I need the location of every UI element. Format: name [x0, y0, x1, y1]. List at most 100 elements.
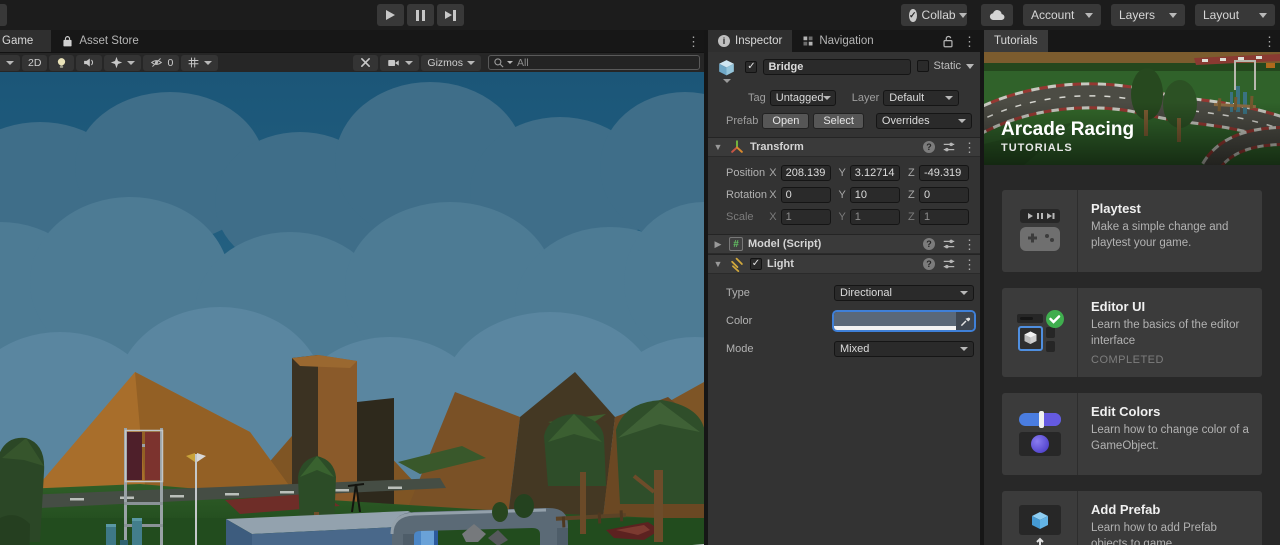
editor-ui-icon	[1002, 288, 1078, 378]
foldout-closed-icon[interactable]: ▶	[712, 239, 724, 250]
tutorial-card-edit-colors[interactable]: Edit Colors Learn how to change color of…	[1002, 393, 1262, 476]
tab-game[interactable]: Game	[0, 30, 52, 52]
light-type-dropdown[interactable]: Directional	[834, 285, 974, 301]
gizmos-dropdown[interactable]: Gizmos	[421, 54, 481, 71]
account-dropdown[interactable]: Account	[1023, 4, 1101, 26]
card-description: Learn how to change color of a GameObjec…	[1091, 424, 1249, 452]
tutorial-card-add-prefab[interactable]: Add Prefab Learn how to add Prefab objec…	[1002, 491, 1262, 545]
account-label: Account	[1031, 8, 1075, 22]
game-viewport[interactable]	[0, 72, 704, 545]
presets-icon[interactable]	[942, 140, 956, 154]
tools-button[interactable]	[353, 54, 379, 71]
transform-tools-fragment[interactable]	[0, 4, 7, 26]
game-view-toolbar: 2D 0 Gizmos All	[0, 52, 704, 72]
navigation-icon	[803, 36, 813, 46]
static-dropdown[interactable]: ✓ Static	[917, 60, 974, 72]
foldout-open-icon[interactable]: ▼	[712, 142, 724, 152]
tutorials-menu-kebab[interactable]: ⋮	[1263, 35, 1276, 48]
cloud-button[interactable]	[981, 4, 1013, 26]
hidden-gizmos-toggle[interactable]: 0	[143, 54, 180, 71]
position-y-field[interactable]	[849, 165, 900, 181]
gizmo-search	[488, 55, 700, 70]
lighting-toggle[interactable]	[49, 54, 75, 71]
tutorial-card-editor-ui[interactable]: Editor UI Learn the basics of the editor…	[1002, 288, 1262, 378]
tutorial-card-playtest[interactable]: Playtest Make a simple change and playte…	[1002, 190, 1262, 272]
position-label: Position	[726, 167, 766, 179]
component-menu-kebab[interactable]: ⋮	[963, 141, 976, 154]
foldout-open-icon[interactable]: ▼	[712, 259, 724, 269]
active-checkbox[interactable]: ✓	[745, 61, 758, 73]
rotation-y-field[interactable]	[849, 187, 900, 203]
rotation-z-field[interactable]	[918, 187, 969, 203]
component-menu-kebab[interactable]: ⋮	[963, 258, 976, 271]
transform-fields: Position X Y Z Rotation X Y Z	[708, 157, 980, 234]
help-icon[interactable]: ?	[923, 258, 935, 270]
static-checkbox[interactable]: ✓	[917, 60, 930, 72]
grid-dropdown[interactable]	[181, 54, 219, 71]
scale-z-field[interactable]	[918, 209, 969, 225]
card-description: Make a simple change and playtest your g…	[1091, 221, 1229, 249]
light-header[interactable]: ▼ ✓ Light ? ⋮	[708, 254, 980, 274]
hero-subtitle: TUTORIALS	[1001, 142, 1073, 154]
inspector-body: ✓ ✓ Static Tag Untagged Layer Defau	[708, 52, 980, 370]
eyedropper-icon	[960, 317, 970, 326]
presets-icon[interactable]	[942, 237, 956, 251]
pause-button[interactable]	[407, 4, 434, 26]
toolbar-right: ✓ Collab Account Layers Layout	[901, 4, 1275, 26]
layer-dropdown[interactable]: Default	[883, 90, 960, 106]
add-prefab-icon	[1002, 491, 1078, 545]
transform-header[interactable]: ▼ Transform ? ⋮	[708, 137, 980, 157]
scale-x-field[interactable]	[780, 209, 831, 225]
axis-y-label: Y	[838, 211, 846, 223]
position-z-field[interactable]	[918, 165, 969, 181]
layout-label: Layout	[1203, 8, 1240, 22]
playtest-icon	[1002, 190, 1078, 272]
audio-toggle[interactable]	[76, 54, 103, 71]
light-color-field[interactable]	[834, 312, 974, 330]
light-enabled-checkbox[interactable]: ✓	[750, 258, 762, 270]
speaker-icon	[84, 58, 94, 67]
tag-label: Tag	[748, 92, 766, 104]
card-description: Learn the basics of the editor interface	[1091, 319, 1240, 347]
tag-dropdown[interactable]: Untagged	[769, 90, 836, 106]
tab-tutorials[interactable]: Tutorials	[984, 30, 1048, 52]
display-dropdown-fragment[interactable]	[0, 54, 20, 71]
light-title: Light	[767, 258, 794, 270]
effects-dropdown[interactable]	[104, 54, 142, 71]
2d-toggle[interactable]: 2D	[22, 54, 48, 71]
position-x-field[interactable]	[780, 165, 831, 181]
prefab-select-button[interactable]: Select	[813, 113, 864, 129]
tab-inspector[interactable]: i Inspector	[708, 30, 793, 52]
component-menu-kebab[interactable]: ⋮	[963, 238, 976, 251]
help-icon[interactable]: ?	[923, 141, 935, 153]
lock-open-icon[interactable]	[941, 34, 955, 49]
tab-asset-store[interactable]: Asset Store	[51, 30, 148, 52]
axis-x-label: X	[769, 189, 777, 201]
object-name-field[interactable]	[763, 59, 912, 75]
search-input[interactable]	[517, 56, 695, 69]
prefab-open-button[interactable]: Open	[762, 113, 810, 129]
rotation-x-field[interactable]	[780, 187, 831, 203]
gameobject-icon-dropdown[interactable]	[714, 58, 739, 83]
eyedropper-button[interactable]	[956, 312, 974, 330]
play-button[interactable]	[377, 4, 404, 26]
help-icon[interactable]: ?	[923, 238, 935, 250]
step-button[interactable]	[437, 4, 464, 26]
layout-dropdown[interactable]: Layout	[1195, 4, 1275, 26]
camera-dropdown[interactable]	[380, 54, 420, 71]
game-menu-kebab[interactable]: ⋮	[687, 35, 700, 48]
light-mode-dropdown[interactable]: Mixed	[834, 341, 974, 357]
collab-button[interactable]: ✓ Collab	[901, 4, 967, 26]
unity-editor-window: ✓ Collab Account Layers Layout Game Asse…	[0, 0, 1280, 545]
inspector-menu-kebab[interactable]: ⋮	[963, 35, 976, 48]
prefab-overrides-dropdown[interactable]: Overrides	[875, 113, 972, 129]
model-script-header[interactable]: ▶ # Model (Script) ? ⋮	[708, 234, 980, 254]
scale-y-field[interactable]	[849, 209, 900, 225]
tab-navigation[interactable]: Navigation	[792, 30, 883, 52]
axis-z-label: Z	[908, 167, 915, 179]
shopping-bag-icon	[63, 35, 72, 46]
layers-dropdown[interactable]: Layers	[1111, 4, 1185, 26]
hidden-gizmo-count: 0	[167, 56, 174, 69]
presets-icon[interactable]	[942, 257, 956, 271]
game-scene-render	[0, 72, 704, 545]
